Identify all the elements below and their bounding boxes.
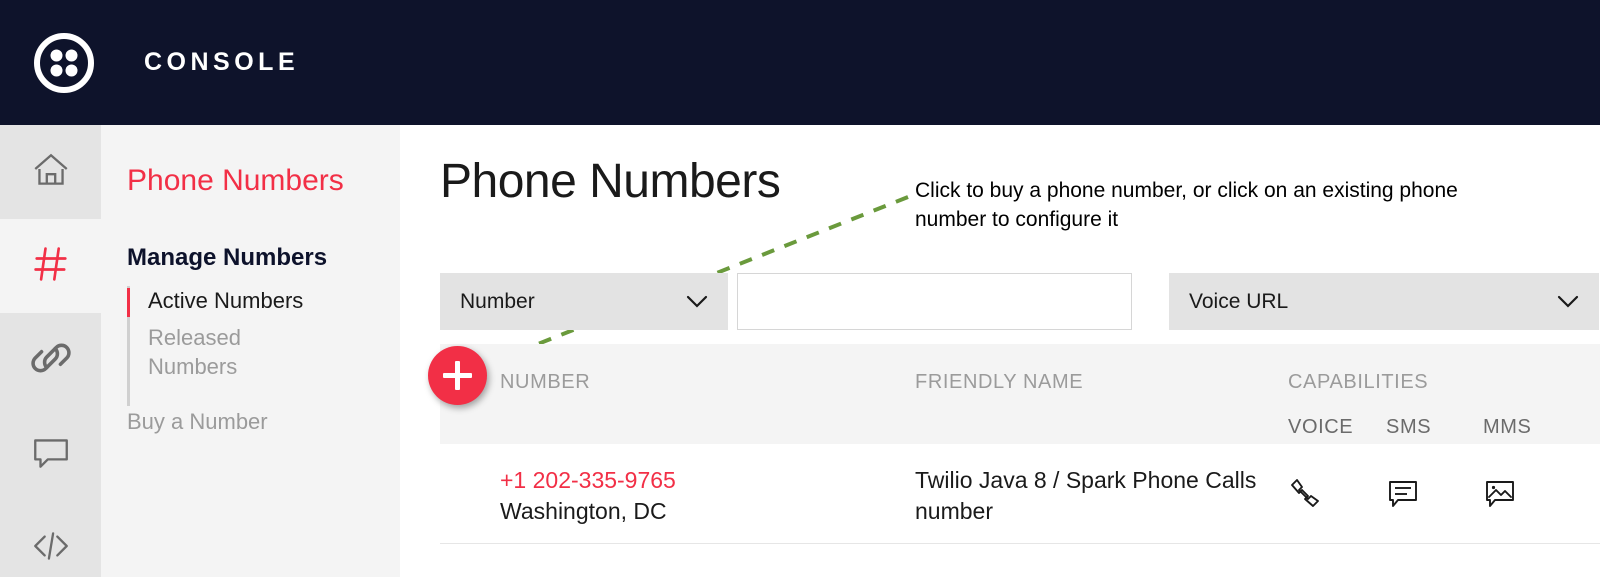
column-header-number: NUMBER (500, 371, 591, 393)
chat-bubble-icon (30, 431, 72, 478)
search-input[interactable] (737, 273, 1132, 330)
phone-number-location: Washington, DC (500, 498, 667, 525)
top-bar: CONSOLE (0, 0, 1600, 125)
cell-friendly-name: Twilio Java 8 / Spark Phone Calls number (915, 467, 1257, 525)
annotation-text: Click to buy a phone number, or click on… (915, 179, 1458, 231)
subnav-links: Active Numbers Released Numbers (101, 286, 400, 407)
add-phone-number-button[interactable] (428, 346, 487, 405)
chat-bubble-image-icon (1483, 476, 1517, 510)
secondary-nav: Phone Numbers Manage Numbers Active Numb… (101, 125, 400, 577)
sidebar-item-buy-a-number[interactable]: Buy a Number (101, 381, 400, 435)
voice-url-select-value: Voice URL (1189, 289, 1289, 313)
link-icon (30, 337, 72, 384)
table-row[interactable]: +1 202-335-9765 Washington, DC Twilio Ja… (440, 444, 1600, 544)
rail-item-messaging[interactable] (0, 407, 101, 501)
twilio-logo-icon[interactable] (33, 32, 95, 94)
table-header: NUMBER FRIENDLY NAME CAPABILITIES VOICE … (440, 344, 1600, 444)
main-content: Phone Numbers Click to buy a phone numbe… (400, 125, 1600, 577)
voice-url-select[interactable]: Voice URL (1169, 273, 1599, 330)
chevron-down-icon (686, 295, 708, 308)
console-page: CONSOLE Phone Numbers Manage Numbers Act… (0, 0, 1600, 577)
subnav-title[interactable]: Phone Numbers (101, 125, 400, 197)
phone-numbers-table: NUMBER FRIENDLY NAME CAPABILITIES VOICE … (440, 344, 1600, 544)
code-icon (30, 525, 72, 572)
rail-item-home[interactable] (0, 125, 101, 219)
column-header-sms: SMS (1386, 416, 1432, 438)
page-title: Phone Numbers (440, 155, 781, 208)
phone-number-link[interactable]: +1 202-335-9765 (500, 465, 676, 496)
column-header-capabilities: CAPABILITIES (1288, 371, 1429, 393)
field-select[interactable]: Number (440, 273, 728, 330)
sidebar-item-active-numbers[interactable]: Active Numbers (127, 286, 400, 318)
rail-item-developer-tools[interactable] (0, 501, 101, 577)
filter-bar: Number Voice URL (440, 273, 1600, 330)
column-header-mms: MMS (1483, 416, 1532, 438)
sidebar-item-released-numbers[interactable]: Released Numbers (127, 323, 287, 381)
cell-number: +1 202-335-9765 Washington, DC (500, 465, 676, 527)
subnav-section-manage-numbers: Manage Numbers (127, 244, 328, 271)
console-title: CONSOLE (144, 48, 300, 76)
column-header-friendly-name: FRIENDLY NAME (915, 371, 1084, 393)
chat-bubble-lines-icon (1386, 476, 1420, 510)
hash-icon (29, 242, 73, 291)
home-icon (30, 149, 72, 196)
phone-handset-icon (1288, 476, 1322, 510)
rail-item-phone-numbers[interactable] (0, 219, 101, 313)
chevron-down-icon (1557, 295, 1579, 308)
field-select-value: Number (460, 289, 535, 313)
icon-rail (0, 125, 101, 577)
rail-item-runtime[interactable] (0, 313, 101, 407)
column-header-voice: VOICE (1288, 416, 1354, 438)
